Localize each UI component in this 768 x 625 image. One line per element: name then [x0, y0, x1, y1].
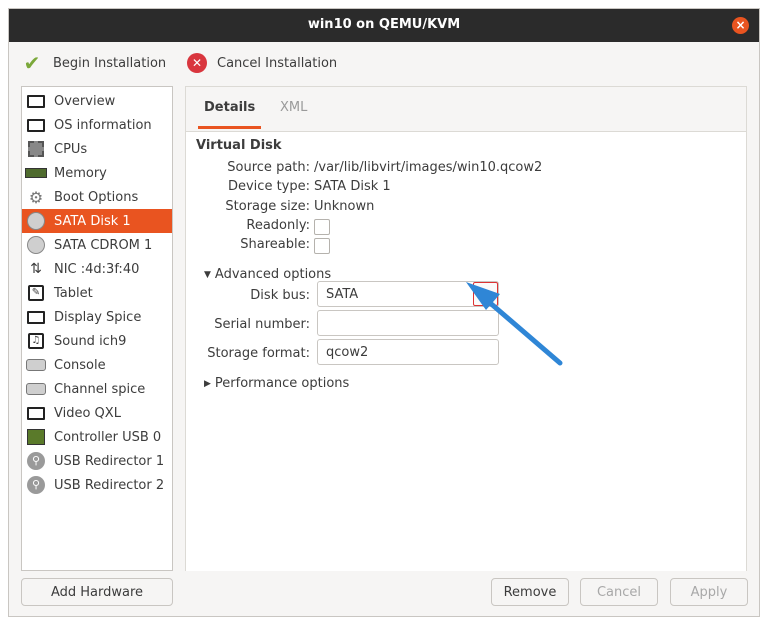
serial-number-label: Serial number:	[214, 317, 310, 332]
section-title: Virtual Disk	[196, 138, 282, 153]
tab-details[interactable]: Details	[197, 100, 262, 129]
sidebar-item-display-spice[interactable]: Display Spice	[22, 305, 172, 329]
network-icon: ⇅	[30, 261, 42, 277]
source-path-label: Source path:	[227, 160, 310, 175]
sidebar-item-sound-ich9[interactable]: ♫ Sound ich9	[22, 329, 172, 353]
sidebar-item-channel-spice[interactable]: Channel spice	[22, 377, 172, 401]
monitor-icon	[25, 91, 47, 111]
sidebar-item-label: Boot Options	[54, 189, 139, 205]
sidebar-item-overview[interactable]: Overview	[22, 89, 172, 113]
sidebar-item-label: SATA Disk 1	[54, 213, 131, 229]
begin-installation-label: Begin Installation	[53, 55, 167, 71]
sidebar-item-sata-cdrom-1[interactable]: SATA CDROM 1	[22, 233, 172, 257]
sidebar-item-video-qxl[interactable]: Video QXL	[22, 401, 172, 425]
storage-size-label: Storage size:	[225, 199, 310, 214]
advanced-options-label: Advanced options	[214, 267, 332, 282]
sidebar-item-label: Channel spice	[54, 381, 146, 397]
shareable-label: Shareable:	[240, 237, 310, 252]
sidebar-item-tablet[interactable]: ✎ Tablet	[22, 281, 172, 305]
begin-installation-button[interactable]: ✔ Begin Installation	[21, 49, 167, 77]
sidebar-item-label: CPUs	[54, 141, 88, 157]
chevron-down-icon: ▼	[204, 269, 211, 280]
sound-icon: ♫	[25, 331, 47, 351]
device-type-label: Device type:	[227, 179, 310, 194]
sidebar-item-controller-usb-0[interactable]: Controller USB 0	[22, 425, 172, 449]
storage-format-field[interactable]: qcow2	[317, 339, 499, 365]
shareable-checkbox[interactable]	[314, 238, 330, 254]
vm-details-window: win10 on QEMU/KVM × ✔ Begin Installation…	[8, 8, 760, 617]
pcb-icon	[25, 427, 47, 447]
disk-details-content: Virtual Disk Source path: /var/lib/libvi…	[186, 131, 746, 571]
window-title: win10 on QEMU/KVM	[307, 17, 461, 32]
monitor-icon	[25, 115, 47, 135]
sidebar-item-label: Overview	[54, 93, 116, 109]
close-icon[interactable]: ×	[732, 17, 749, 34]
sidebar-item-label: SATA CDROM 1	[54, 237, 153, 253]
tab-bar: Details XML	[186, 87, 746, 131]
storage-size-value: Unknown	[314, 199, 375, 214]
usb-icon: ⚲	[25, 475, 47, 495]
sidebar-item-label: USB Redirector 1	[54, 453, 165, 469]
serial-number-field[interactable]	[317, 310, 499, 336]
sidebar-item-label: Controller USB 0	[54, 429, 162, 445]
toolbar: ✔ Begin Installation ✕ Cancel Installati…	[9, 42, 759, 86]
sidebar-item-label: Sound ich9	[54, 333, 127, 349]
sidebar-item-label: NIC :4d:3f:40	[54, 261, 140, 277]
apply-button[interactable]: Apply	[670, 578, 748, 606]
chevron-right-icon: ▶	[204, 378, 211, 389]
storage-format-value: qcow2	[326, 345, 369, 360]
sidebar-item-nic[interactable]: ⇅ NIC :4d:3f:40	[22, 257, 172, 281]
sidebar-item-console[interactable]: Console	[22, 353, 172, 377]
remove-button[interactable]: Remove	[491, 578, 569, 606]
storage-format-label: Storage format:	[207, 346, 310, 361]
sidebar-item-label: USB Redirector 2	[54, 477, 165, 493]
sidebar-item-os-information[interactable]: OS information	[22, 113, 172, 137]
cdrom-icon	[25, 235, 47, 255]
hardware-list: Overview OS information CPUs Memory ⚙ Bo…	[21, 86, 173, 571]
disk-icon	[25, 211, 47, 231]
details-panel: Details XML Virtual Disk Source path: /v…	[185, 86, 747, 571]
performance-options-expander[interactable]: ▶ Performance options	[204, 376, 349, 391]
cancel-button[interactable]: Cancel	[580, 578, 658, 606]
device-type-value: SATA Disk 1	[314, 179, 391, 194]
tablet-icon: ✎	[25, 283, 47, 303]
gear-icon: ⚙	[28, 187, 44, 207]
disk-bus-value: SATA	[326, 287, 359, 302]
sidebar-item-label: Memory	[54, 165, 107, 181]
console-icon	[25, 355, 47, 375]
disk-bus-label: Disk bus:	[250, 288, 310, 303]
sidebar-item-label: Display Spice	[54, 309, 142, 325]
monitor-icon	[25, 403, 47, 423]
cancel-icon: ✕	[187, 53, 207, 73]
check-icon: ✔	[23, 51, 41, 75]
cancel-installation-label: Cancel Installation	[217, 55, 338, 71]
readonly-label: Readonly:	[246, 218, 310, 233]
sidebar-item-label: Video QXL	[54, 405, 121, 421]
chip-icon	[25, 139, 47, 159]
title-bar: win10 on QEMU/KVM ×	[9, 9, 759, 42]
sidebar-item-memory[interactable]: Memory	[22, 161, 172, 185]
tab-xml[interactable]: XML	[280, 100, 307, 115]
sidebar-item-label: OS information	[54, 117, 152, 133]
readonly-checkbox[interactable]	[314, 219, 330, 235]
disk-bus-combo[interactable]: SATA ▼	[317, 281, 499, 307]
sidebar-item-usb-redirector-2[interactable]: ⚲ USB Redirector 2	[22, 473, 172, 497]
add-hardware-button[interactable]: Add Hardware	[21, 578, 173, 606]
console-icon	[25, 379, 47, 399]
cancel-installation-button[interactable]: ✕ Cancel Installation	[187, 49, 337, 77]
sidebar-item-label: Tablet	[54, 285, 93, 301]
sidebar-item-boot-options[interactable]: ⚙ Boot Options	[22, 185, 172, 209]
chevron-down-icon[interactable]: ▼	[473, 282, 498, 306]
source-path-value: /var/lib/libvirt/images/win10.qcow2	[314, 160, 543, 175]
sidebar-item-sata-disk-1[interactable]: SATA Disk 1	[22, 209, 172, 233]
performance-options-label: Performance options	[214, 376, 350, 391]
advanced-options-expander[interactable]: ▼ Advanced options	[204, 267, 331, 282]
monitor-icon	[25, 307, 47, 327]
sidebar-item-label: Console	[54, 357, 106, 373]
usb-icon: ⚲	[25, 451, 47, 471]
sidebar-item-usb-redirector-1[interactable]: ⚲ USB Redirector 1	[22, 449, 172, 473]
sidebar-item-cpus[interactable]: CPUs	[22, 137, 172, 161]
memory-icon	[25, 163, 47, 183]
